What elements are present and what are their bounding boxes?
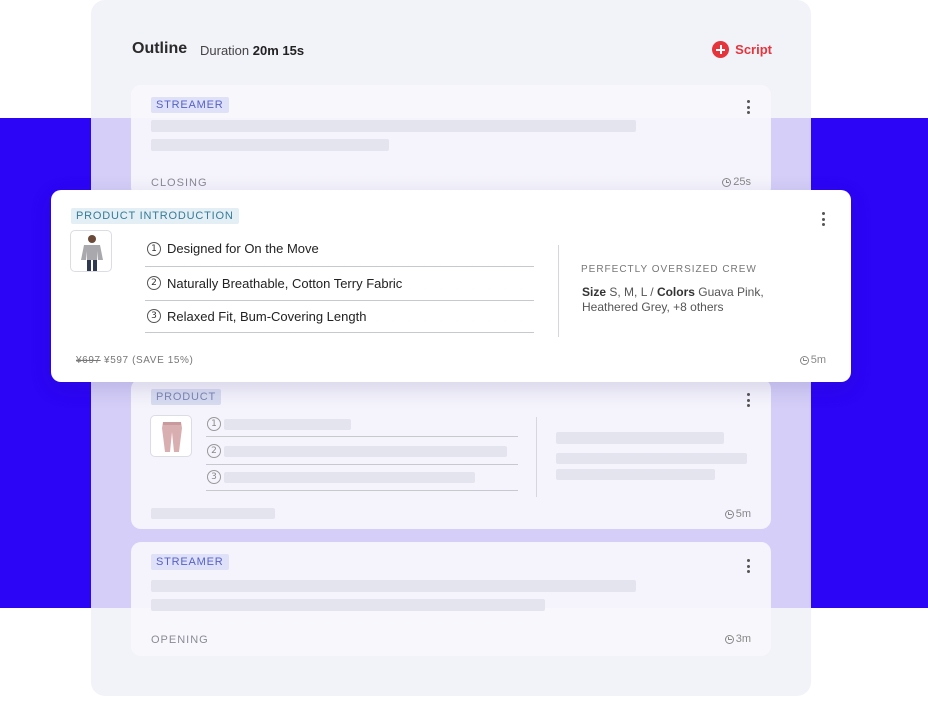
feature-text: Designed for On the Move — [167, 241, 319, 256]
text-placeholder — [151, 599, 545, 611]
duration-value: 20m 15s — [252, 43, 305, 58]
text-placeholder — [556, 432, 724, 444]
segment-duration: 25s — [722, 176, 751, 188]
segment-time: 25s — [733, 176, 751, 188]
original-price: ¥697 — [76, 355, 101, 366]
divider — [206, 464, 518, 465]
kebab-menu-icon[interactable] — [742, 391, 756, 409]
segment-duration: 5m — [724, 508, 751, 520]
segment-time: 3m — [735, 633, 751, 645]
product-specs: Size S, M, L / Colors Guava Pink, Heathe… — [582, 285, 812, 315]
segment-duration: 3m — [724, 633, 751, 645]
kebab-menu-icon[interactable] — [742, 98, 756, 116]
outline-header: Outline Duration 20m 15s Script — [132, 38, 772, 62]
feature-text: Relaxed Fit, Bum-Covering Length — [167, 309, 367, 324]
size-label: Size — [582, 285, 607, 299]
segment-footer-label: OPENING — [151, 634, 209, 646]
text-placeholder — [224, 472, 475, 483]
pants-image — [162, 422, 182, 452]
text-placeholder — [151, 120, 636, 132]
divider — [145, 266, 534, 267]
clock-icon — [722, 177, 732, 187]
segment-tag: STREAMER — [151, 97, 229, 113]
item-number: 2 — [207, 444, 221, 458]
kebab-menu-icon[interactable] — [742, 557, 756, 575]
text-placeholder — [224, 419, 351, 430]
page-title: Outline — [132, 40, 188, 57]
script-button-label: Script — [735, 42, 772, 57]
text-placeholder — [556, 453, 747, 464]
price: ¥697 ¥597 (SAVE 15%) — [76, 355, 193, 366]
duration: Duration 20m 15s — [200, 43, 304, 58]
segment-footer-label: CLOSING — [151, 177, 208, 189]
feature-number: 1 — [147, 242, 161, 256]
text-placeholder — [224, 446, 507, 457]
feature-text: Naturally Breathable, Cotton Terry Fabri… — [167, 276, 403, 291]
size-value: S, M, L / — [609, 285, 654, 299]
product-name: PERFECTLY OVERSIZED CREW — [581, 264, 757, 275]
segment-duration: 5m — [799, 354, 826, 366]
clock-icon — [724, 509, 734, 519]
product-thumbnail — [70, 230, 112, 272]
add-script-button[interactable]: Script — [712, 41, 772, 58]
divider — [206, 490, 518, 491]
divider — [145, 300, 534, 301]
segment-card-streamer-closing[interactable]: STREAMER CLOSING 25s — [131, 85, 771, 197]
text-placeholder — [151, 508, 275, 519]
segment-tag: STREAMER — [151, 554, 229, 570]
text-placeholder — [556, 469, 715, 480]
segment-card-product[interactable]: PRODUCT 1 2 3 5m — [131, 379, 771, 529]
feature-number: 3 — [147, 309, 161, 323]
sweatshirt-model-image — [81, 235, 103, 271]
segment-tag: PRODUCT INTRODUCTION — [71, 208, 239, 224]
clock-icon — [799, 355, 809, 365]
column-divider — [536, 417, 537, 497]
text-placeholder — [151, 139, 389, 151]
item-number: 3 — [207, 470, 221, 484]
sale-price: ¥597 (SAVE 15%) — [104, 355, 194, 366]
product-thumbnail — [150, 415, 192, 457]
segment-tag: PRODUCT — [151, 389, 221, 405]
clock-icon — [724, 634, 734, 644]
divider — [145, 332, 534, 333]
duration-label: Duration — [200, 43, 250, 58]
segment-card-product-introduction[interactable]: PRODUCT INTRODUCTION 1 Designed for On t… — [51, 190, 851, 382]
colors-label: Colors — [656, 285, 695, 299]
segment-time: 5m — [735, 508, 751, 520]
feature-number: 2 — [147, 276, 161, 290]
plus-circle-icon — [712, 41, 730, 58]
column-divider — [558, 245, 559, 337]
segment-time: 5m — [810, 354, 826, 366]
item-number: 1 — [207, 417, 221, 431]
text-placeholder — [151, 580, 636, 592]
kebab-menu-icon[interactable] — [817, 210, 831, 228]
segment-card-streamer-opening[interactable]: STREAMER OPENING 3m — [131, 542, 771, 656]
divider — [206, 436, 518, 437]
